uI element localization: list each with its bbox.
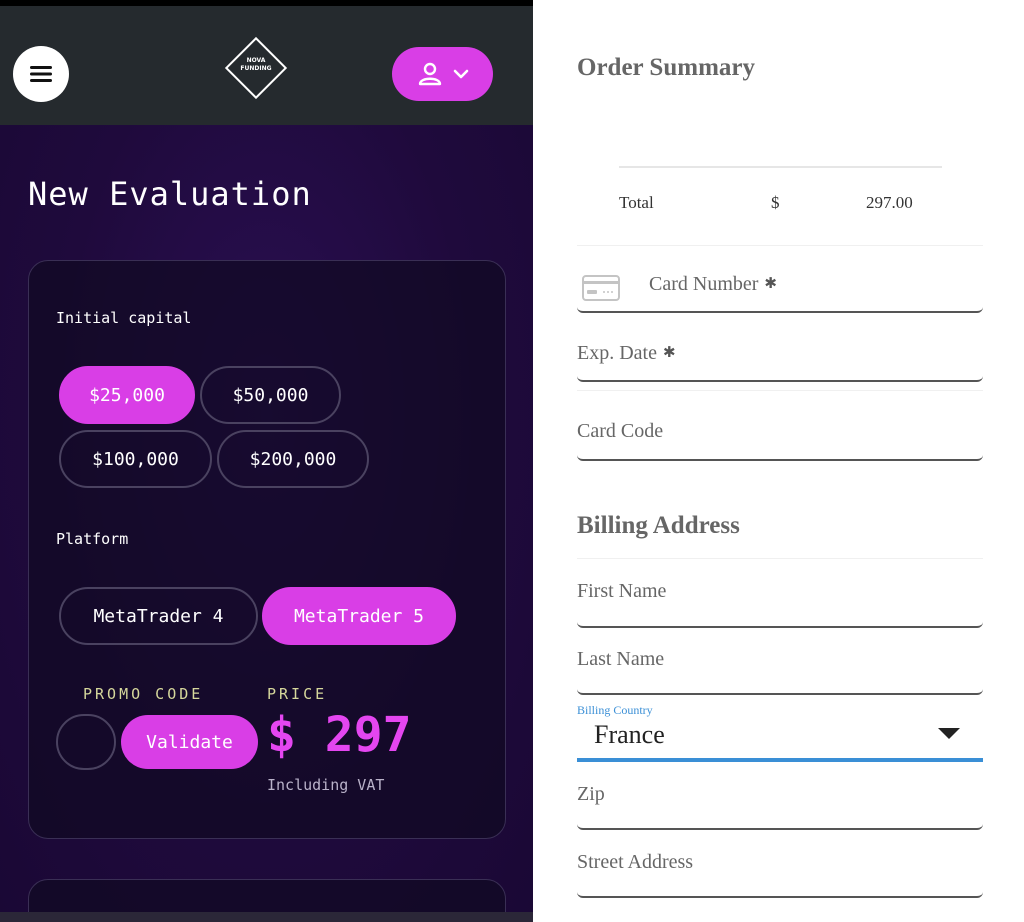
summary-divider xyxy=(619,166,942,168)
platform-option-mt4[interactable]: MetaTrader 4 xyxy=(59,587,258,645)
total-currency: $ xyxy=(771,193,780,212)
exp-date-label: Exp. Date ✱ xyxy=(577,342,676,365)
order-summary-title: Order Summary xyxy=(577,54,755,81)
page-title: New Evaluation xyxy=(28,175,312,213)
billing-country-select[interactable]: France xyxy=(577,716,983,762)
zip-label: Zip xyxy=(577,783,605,805)
card-number-text: Card Number xyxy=(649,273,759,295)
checkout-panel: Order Summary Total $ 297.00 Card Number… xyxy=(533,0,1024,922)
price-label: PRICE xyxy=(267,685,328,703)
total-amount: 297.00 xyxy=(866,193,913,212)
field-top-border xyxy=(577,390,983,391)
platform-option-mt5[interactable]: MetaTrader 5 xyxy=(262,587,456,645)
promo-code-input[interactable] xyxy=(56,714,116,770)
validate-button[interactable]: Validate xyxy=(121,715,258,769)
evaluation-panel: NOVA FUNDING New Evaluation Initial capi… xyxy=(0,0,533,922)
capital-option-50000[interactable]: $50,000 xyxy=(200,366,341,424)
capital-option-200000[interactable]: $200,000 xyxy=(217,430,369,488)
nova-funding-logo[interactable]: NOVA FUNDING xyxy=(221,33,291,103)
first-name-label: First Name xyxy=(577,580,667,602)
promo-code-label: PROMO CODE xyxy=(83,685,204,703)
chevron-down-icon xyxy=(453,69,468,79)
menu-button[interactable] xyxy=(13,46,69,102)
total-label: Total xyxy=(619,193,654,212)
logo-line-1: NOVA xyxy=(246,57,266,64)
logo-text: NOVA FUNDING xyxy=(221,57,291,73)
hamburger-icon xyxy=(30,66,52,82)
zip-field[interactable]: Zip xyxy=(577,765,983,830)
required-asterisk-icon: ✱ xyxy=(764,276,777,292)
last-name-field[interactable]: Last Name xyxy=(577,630,983,695)
first-name-field[interactable]: First Name xyxy=(577,558,983,628)
field-top-border xyxy=(577,558,983,559)
logo-line-2: FUNDING xyxy=(240,65,272,72)
billing-address-title: Billing Address xyxy=(577,512,740,539)
vat-note: Including VAT xyxy=(267,776,385,794)
capital-option-25000[interactable]: $25,000 xyxy=(59,366,195,424)
price-value: $ 297 xyxy=(267,707,412,763)
card-number-label: Card Number ✱ xyxy=(649,273,777,296)
credit-card-icon xyxy=(582,275,620,301)
app-header: NOVA FUNDING xyxy=(0,6,533,125)
card-number-field[interactable]: Card Number ✱ xyxy=(577,245,983,313)
evaluation-card: Initial capital $25,000 $50,000 $100,000… xyxy=(28,260,506,839)
street-address-field[interactable]: Street Address xyxy=(577,833,983,898)
capital-option-100000[interactable]: $100,000 xyxy=(59,430,212,488)
last-name-label: Last Name xyxy=(577,648,665,670)
exp-date-field[interactable]: Exp. Date ✱ xyxy=(577,316,983,382)
card-code-field[interactable]: Card Code xyxy=(577,390,983,461)
platform-label: Platform xyxy=(56,530,129,548)
user-icon xyxy=(418,62,441,86)
field-top-border xyxy=(577,245,983,246)
required-asterisk-icon: ✱ xyxy=(662,345,676,361)
card-code-label: Card Code xyxy=(577,420,664,442)
capital-label: Initial capital xyxy=(56,309,192,327)
dropdown-caret-icon xyxy=(938,728,960,739)
bottom-strip xyxy=(0,912,533,922)
user-menu-button[interactable] xyxy=(392,47,493,101)
exp-date-text: Exp. Date xyxy=(577,342,657,364)
billing-country-value: France xyxy=(594,720,665,749)
street-address-label: Street Address xyxy=(577,851,694,873)
